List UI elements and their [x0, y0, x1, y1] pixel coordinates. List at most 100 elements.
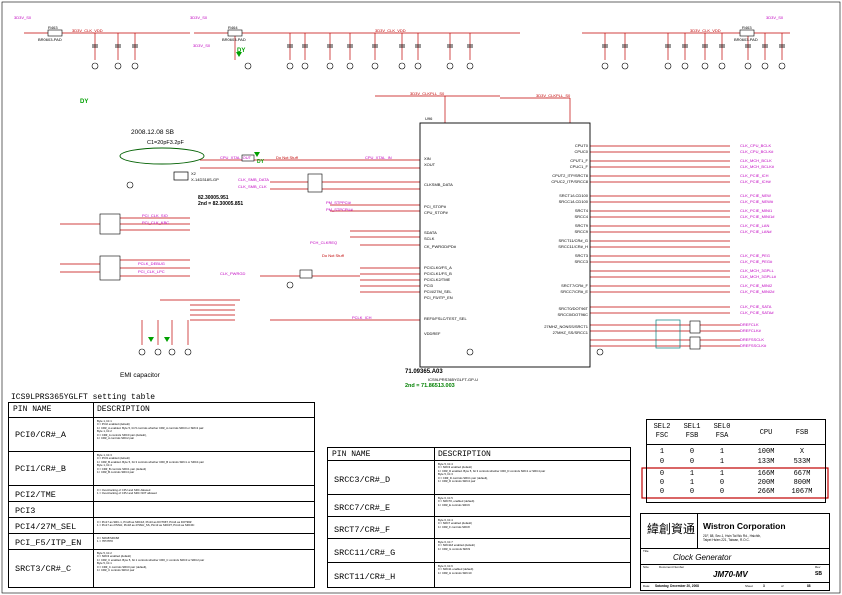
net-stpcpu: PM_STPCPU# [326, 207, 353, 212]
net-label-3d3v-s0-mid: 3D3V_S0 [190, 15, 208, 20]
pin-description: 0 = Pin17 as SRC-1, Pin18 as SRC1#, Pin1… [97, 520, 195, 528]
freq-cell: X [799, 448, 805, 456]
chip-pin: SRCT0/DOT96T [558, 306, 588, 311]
freq-cell: 166M [757, 470, 775, 478]
pin-name: PCI_F5/ITP_EN [15, 538, 82, 548]
dy-label-1: DY [80, 99, 89, 105]
net-pclk-debug: PCLK_DEBUG [138, 261, 165, 266]
chip-pin: SCLK [424, 236, 435, 241]
pin-name: SRCT3/CR#_C [15, 564, 72, 574]
chip-pin: PCI4/27M_SEL [424, 289, 452, 294]
company-address: 21F, 88, Sec.1, Hsin Tai Wu Rd., Hsichih… [703, 534, 761, 543]
pin-description: Byte 1, bit 1 0 = PCI2 enabled (default)… [97, 419, 204, 441]
freq-cell: 1 [689, 470, 695, 478]
company-logo-cn: 緯創資通 [647, 522, 696, 536]
chip-name: ICS9LPRS365YGLFT-GP-U [428, 377, 479, 382]
net-pci-sio: PCI_CLK_SIO [142, 213, 168, 218]
chip-ref: U96 [425, 116, 433, 121]
of-label: of [781, 584, 784, 588]
bead-mid-label: BR0603-PAD [222, 37, 246, 42]
chip-second-source: 2nd = 71.86513.003 [405, 383, 455, 389]
do-not-stuff-1: Do Not Stuff [276, 155, 298, 160]
chip-pin: SRCC9 [574, 229, 588, 234]
table-row: PCI0/CR#_A Byte 1, bit 1 0 = PCI2 enable… [9, 417, 314, 452]
pin-description: 0 = Overclocking of CPU and SRC Allowed … [97, 488, 157, 496]
table-row: SRCT7/CR#_F Byte 6, bit 4 0 = SRC7 enabl… [328, 516, 630, 539]
rev-label: Rev [815, 565, 821, 569]
output-net: CLK_PCIE_MINI2# [740, 289, 775, 294]
output-net: DREFSSCLK [740, 337, 765, 342]
freq-cell: 1 [719, 448, 725, 456]
output-net: CLK_PCIE_NEW [740, 193, 771, 198]
pin-name: SRCT7/CR#_F [334, 525, 391, 535]
setting-table-desc-header: DESCRIPTION [97, 405, 150, 414]
freq-header: FSB [795, 429, 809, 437]
chip-pin: SRCT7/CR#_F [561, 283, 588, 288]
chip-pin: CPUC0 [574, 149, 588, 154]
freq-cell: 1 [719, 458, 725, 466]
chip-pin: PCICLK0/FS_A [424, 265, 452, 270]
xtal-part: X-14D318S-GP [191, 177, 219, 182]
document-number: JM70-MV [713, 570, 748, 579]
total-sheets: 88 [807, 584, 811, 588]
chip-pin: SDATA [424, 230, 437, 235]
output-net: DREFCLK [740, 322, 759, 327]
pin-description: Byte 5, bit 4 0 = SRC3 enabled (default)… [438, 462, 546, 484]
frequency-select-table: SEL2 FSC SEL1 FSB SEL0 FSA CPU FSB 1 0 1… [646, 419, 826, 503]
chip-pin: XIN [424, 156, 431, 161]
title-label: Title [643, 549, 649, 553]
freq-cell: 1 [719, 470, 725, 478]
pin-description: Byte 6, bit 5 0 = SRC7#, enabled (defaul… [438, 496, 475, 507]
freq-cell: 1067M [791, 488, 813, 496]
chip-pin: SRCC7/CR#_E [560, 289, 588, 294]
chip-pin: 27MHZ_SS/SRCC1 [552, 330, 588, 335]
output-net: CLK_PCIE_MINI2 [740, 283, 773, 288]
do-not-stuff-2: Do Not Stuff [322, 253, 344, 258]
chip-pin: VDDREF [424, 331, 441, 336]
freq-header: SEL0 FSA [713, 423, 731, 441]
table-row: PCI2/TME 0 = Overclocking of CPU and SRC… [9, 485, 314, 502]
company-name: Wistron Corporation [703, 521, 786, 531]
bead-right-label: BR0603-PAD [734, 37, 758, 42]
freq-cell: 100M [757, 448, 775, 456]
pin-description: Byte 6, bit 4 0 = SRC7 enabled (default)… [438, 518, 472, 529]
freq-cell: 667M [793, 470, 811, 478]
table-row: PCI1/CR#_B Byte 1, bit 3 0 = PCI3 enable… [9, 451, 314, 486]
ref-r463-right: R463 [742, 25, 752, 30]
setting-table-pin-header: PIN NAME [13, 405, 52, 414]
output-net: CLK_PCIE_ICH [740, 173, 769, 178]
output-net: CLK_PCIE_PEG# [740, 259, 773, 264]
revision: SB [815, 571, 822, 577]
chip-pin: REF0/FSLC/TEST_SEL [424, 316, 467, 321]
chip-pin: PCI_STOP# [424, 204, 446, 209]
output-net: CLK_PCIE_ICH# [740, 179, 771, 184]
freq-cell: 0 [659, 458, 665, 466]
net-smb-data: CLK_SMB_DATA [238, 177, 269, 182]
setting-table-2-desc-header: DESCRIPTION [438, 450, 491, 459]
chip-pin: CK_PWRGD/PD# [424, 244, 457, 249]
pin-name: PCI2/TME [15, 490, 56, 500]
title-block: 緯創資通 Wistron Corporation 21F, 88, Sec.1,… [640, 513, 830, 591]
chip-pin: SRCT11/CR#_G [558, 238, 589, 243]
chip-pin: CPUT0 [574, 143, 588, 148]
chip-pin: PCI3 [424, 283, 433, 288]
freq-cell: 0 [689, 448, 695, 456]
output-net: CLK_PCIE_PEG [740, 253, 771, 258]
table-row: PCI3 [9, 501, 314, 518]
chip-pin: SRCC0/DOT96C [557, 312, 588, 317]
table-row: PCI4/27M_SEL 0 = Pin17 as SRC-1, Pin18 a… [9, 517, 314, 534]
chip-pin: CPUT2_ITP/SRCT8 [552, 173, 588, 178]
freq-cell: 0 [689, 488, 695, 496]
chip-pin: PCICLK1/FS_B [424, 271, 452, 276]
doc-number-label: Document Number [659, 565, 685, 569]
pin-description: Byte 1, bit 3 0 = PCI3 enabled (default)… [97, 453, 204, 475]
sheet-number: 3 [763, 584, 765, 588]
net-clk-pwrgd: CLK_PWRGD [220, 271, 246, 276]
freq-header: CPU [759, 429, 773, 437]
bead-left-label: BR0603-PAD [38, 37, 62, 42]
pin-name: PCI3 [15, 506, 36, 516]
net-pch-clkreq: PCH_CLKREQ [310, 240, 338, 245]
sheet-title: Clock Generator [673, 553, 732, 562]
pin-name: SRCC7/CR#_E [334, 503, 391, 513]
freq-cell: 0 [659, 488, 665, 496]
